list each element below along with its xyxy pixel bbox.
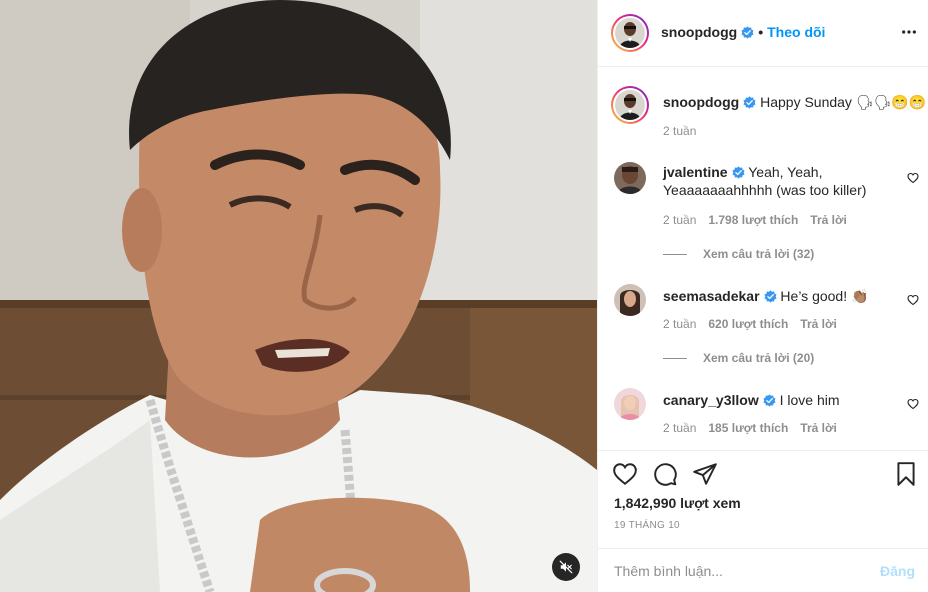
commenter-avatar[interactable]: [614, 284, 646, 316]
heart-icon[interactable]: [907, 294, 919, 306]
verified-badge-icon: [741, 26, 754, 39]
comment-text: I love him: [779, 392, 840, 408]
comment-icon[interactable]: [652, 461, 678, 487]
view-replies-button[interactable]: Xem câu trả lời (20): [663, 351, 814, 365]
caption-username[interactable]: snoopdogg: [663, 94, 739, 110]
follow-button[interactable]: Theo dõi: [767, 24, 825, 40]
author-username[interactable]: snoopdogg: [661, 24, 737, 40]
commenter-username[interactable]: seemasadekar: [663, 288, 760, 304]
verified-badge-icon: [732, 166, 745, 179]
view-replies-button[interactable]: Xem câu trả lời (32): [663, 247, 814, 261]
more-horizontal-icon[interactable]: [901, 24, 917, 42]
comment-time: 2 tuần: [663, 421, 697, 435]
avatar-image: [614, 162, 646, 194]
post-actions: 1,842,990 lượt xem 19 THÁNG 10: [598, 450, 928, 540]
post-video[interactable]: [0, 0, 597, 592]
commenter-avatar[interactable]: [614, 388, 646, 420]
verified-badge-icon: [764, 290, 777, 303]
verified-badge-icon: [763, 394, 776, 407]
bookmark-icon[interactable]: [893, 461, 919, 487]
replies-divider: [663, 358, 687, 360]
comment-time: 2 tuần: [663, 317, 697, 331]
reply-button[interactable]: Trả lời: [800, 317, 837, 331]
comment-time: 2 tuần: [663, 213, 697, 227]
caption-text: Happy Sunday 🗣🗣😁😁: [760, 94, 927, 110]
view-replies-label: Xem câu trả lời (32): [703, 247, 815, 261]
author-avatar[interactable]: [611, 14, 649, 52]
avatar-image: [614, 284, 646, 316]
caption-author-avatar[interactable]: [611, 86, 649, 124]
comment-likes[interactable]: 1.798 lượt thích: [708, 213, 798, 227]
reply-button[interactable]: Trả lời: [800, 421, 837, 435]
post-header: snoopdogg • Theo dõi: [598, 0, 928, 67]
commenter-username[interactable]: canary_y3llow: [663, 392, 759, 408]
verified-badge-icon: [743, 96, 756, 109]
comment-likes[interactable]: 620 lượt thích: [708, 317, 788, 331]
video-frame: [0, 0, 597, 592]
reply-button[interactable]: Trả lời: [810, 213, 847, 227]
paper-plane-icon[interactable]: [692, 461, 718, 487]
comment-text: He’s good! 👏🏽: [780, 288, 869, 304]
avatar-image: [614, 388, 646, 420]
commenter-username[interactable]: jvalentine: [663, 164, 728, 180]
add-comment-bar: Đăng: [598, 548, 928, 592]
header-separator: •: [758, 24, 764, 40]
comment-input[interactable]: [614, 559, 854, 583]
avatar-image: [615, 90, 645, 120]
view-replies-label: Xem câu trả lời (20): [703, 351, 815, 365]
heart-icon[interactable]: [907, 172, 919, 184]
view-count[interactable]: 1,842,990 lượt xem: [614, 495, 741, 511]
heart-icon[interactable]: [612, 461, 638, 487]
avatar-image: [615, 18, 645, 48]
mute-button[interactable]: [552, 553, 580, 581]
volume-muted-icon: [559, 560, 573, 574]
post-date[interactable]: 19 THÁNG 10: [614, 520, 680, 531]
commenter-avatar[interactable]: [614, 162, 646, 194]
caption-time: 2 tuần: [663, 124, 697, 138]
replies-divider: [663, 254, 687, 256]
heart-icon[interactable]: [907, 398, 919, 410]
comment-likes[interactable]: 185 lượt thích: [708, 421, 788, 435]
post-comment-button[interactable]: Đăng: [880, 563, 915, 579]
post-side-panel: snoopdogg • Theo dõi snoopdogg Happy Sunda…: [597, 0, 928, 592]
